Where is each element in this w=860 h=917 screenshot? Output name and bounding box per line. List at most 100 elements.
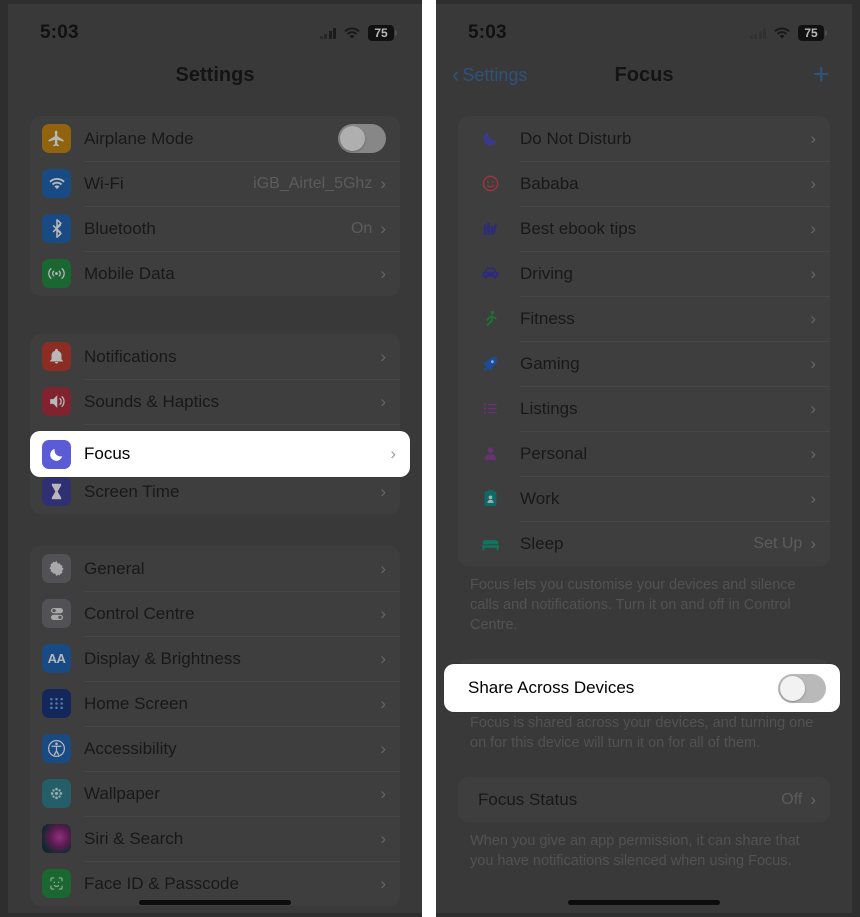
settings-row-home-screen[interactable]: Home Screen › (30, 681, 400, 726)
settings-row-label: General (84, 558, 145, 578)
chevron-right-icon: › (810, 354, 816, 373)
chevron-right-icon: › (380, 694, 386, 713)
face-id-icon (42, 869, 71, 898)
settings-row-siri-search[interactable]: Siri & Search › (30, 816, 400, 861)
mobile-data-icon (42, 259, 71, 288)
focus-row-listings[interactable]: Listings › (458, 386, 830, 431)
settings-row-sounds-haptics[interactable]: Sounds & Haptics › (30, 379, 400, 424)
settings-row-label: Face ID & Passcode (84, 873, 239, 893)
focus-row-label: Sleep (520, 533, 564, 553)
chevron-right-icon: › (810, 174, 816, 193)
chevron-right-icon: › (380, 482, 386, 501)
settings-row-mobile-data[interactable]: Mobile Data › (30, 251, 400, 296)
chevron-right-icon: › (380, 347, 386, 366)
cellular-signal-icon (749, 27, 766, 39)
plus-icon[interactable]: + (812, 60, 830, 90)
focus-row-label: Listings (520, 398, 578, 418)
back-to-settings-button[interactable]: ‹ Settings (452, 64, 527, 86)
focus-row-fitness[interactable]: Fitness › (458, 296, 830, 341)
moon-icon (478, 127, 502, 151)
share-across-devices-highlight[interactable]: Share Across Devices (444, 664, 840, 712)
focus-row-label: Driving (520, 263, 573, 283)
focus-row-work[interactable]: Work › (458, 476, 830, 521)
chevron-right-icon: › (380, 874, 386, 893)
wifi-network-value: iGB_Airtel_5Ghz (253, 174, 373, 192)
chevron-right-icon: › (810, 399, 816, 418)
settings-row-control-centre[interactable]: Control Centre › (30, 591, 400, 636)
airplane-icon (42, 124, 71, 153)
chevron-right-icon: › (380, 739, 386, 758)
chevron-right-icon: › (810, 309, 816, 328)
settings-row-notifications[interactable]: Notifications › (30, 334, 400, 379)
settings-row-airplane-mode[interactable]: Airplane Mode (30, 116, 400, 161)
settings-row-wifi[interactable]: Wi-Fi iGB_Airtel_5Ghz › (30, 161, 400, 206)
focus-row-sleep[interactable]: Sleep Set Up › (458, 521, 830, 566)
person-icon (478, 442, 502, 466)
focus-row-label: Personal (520, 443, 588, 463)
chevron-right-icon: › (380, 649, 386, 668)
focus-row-label: Fitness (520, 308, 575, 328)
focus-status-group: Focus Status Off › (458, 777, 830, 822)
control-centre-icon (42, 599, 71, 628)
settings-row-label: Display & Brightness (84, 648, 241, 668)
chevron-right-icon: › (810, 444, 816, 463)
focus-status-row[interactable]: Focus Status Off › (458, 777, 830, 822)
settings-group-connectivity: Airplane Mode Wi-Fi iGB_Airtel_5Ghz › Bl… (30, 116, 400, 296)
screen-time-icon (42, 477, 71, 506)
status-time: 5:03 (468, 22, 507, 43)
focus-row-gaming[interactable]: Gaming › (458, 341, 830, 386)
chevron-right-icon: › (810, 489, 816, 508)
bluetooth-icon (42, 214, 71, 243)
share-description-note: Focus is shared across your devices, and… (470, 715, 814, 751)
focus-description-note: Focus lets you customise your devices an… (470, 577, 796, 633)
focus-status-note: When you give an app permission, it can … (470, 833, 800, 869)
chevron-right-icon: › (810, 790, 816, 809)
chevron-right-icon: › (380, 559, 386, 578)
chevron-right-icon: › (810, 534, 816, 553)
settings-row-display-brightness[interactable]: AA Display & Brightness › (30, 636, 400, 681)
settings-row-bluetooth[interactable]: Bluetooth On › (30, 206, 400, 251)
share-across-devices-toggle-highlight[interactable] (778, 673, 826, 703)
page-title: Settings (175, 63, 255, 86)
focus-row-bababa[interactable]: Bababa › (458, 161, 830, 206)
settings-row-label: Wi-Fi (84, 173, 124, 193)
settings-nav-bar: Settings (8, 52, 422, 98)
sleep-setup-value: Set Up (753, 534, 803, 552)
settings-row-general[interactable]: General › (30, 546, 400, 591)
wifi-icon (343, 26, 361, 40)
focus-row-highlight[interactable]: Focus › (30, 431, 410, 477)
airplane-mode-toggle[interactable] (338, 124, 386, 153)
car-icon (478, 262, 502, 286)
accessibility-icon (42, 734, 71, 763)
sounds-icon (42, 387, 71, 416)
focus-row-driving[interactable]: Driving › (458, 251, 830, 296)
settings-row-label: Accessibility (84, 738, 177, 758)
focus-row-do-not-disturb[interactable]: Do Not Disturb › (458, 116, 830, 161)
chevron-right-icon: › (380, 604, 386, 623)
wallpaper-icon (42, 779, 71, 808)
bluetooth-state-value: On (350, 219, 373, 237)
home-indicator-left (139, 900, 291, 905)
chevron-left-icon: ‹ (452, 62, 460, 87)
focus-row-personal[interactable]: Personal › (458, 431, 830, 476)
badge-icon (478, 487, 502, 511)
settings-row-label: Home Screen (84, 693, 188, 713)
right-phone-frame: 5:03 75 ‹ Settings Focus + Do Not Distur… (436, 0, 860, 917)
wifi-icon (773, 26, 791, 40)
focus-screen: 5:03 75 ‹ Settings Focus + Do Not Distur… (436, 4, 852, 913)
settings-row-wallpaper[interactable]: Wallpaper › (30, 771, 400, 816)
focus-row-label: Work (520, 488, 560, 508)
focus-row-best-ebook-tips[interactable]: Best ebook tips › (458, 206, 830, 251)
gear-icon (42, 554, 71, 583)
settings-row-label: Airplane Mode (84, 128, 194, 148)
settings-row-label: Siri & Search (84, 828, 184, 848)
status-bar-right: 5:03 75 (436, 4, 852, 52)
settings-row-accessibility[interactable]: Accessibility › (30, 726, 400, 771)
chevron-right-icon: › (380, 829, 386, 848)
cellular-signal-icon (319, 27, 336, 39)
settings-row-label: Bluetooth (84, 218, 156, 238)
focus-list-group: Do Not Disturb › Bababa › Best ebook tip… (458, 116, 830, 566)
settings-row-label: Mobile Data (84, 263, 175, 283)
chevron-right-icon: › (380, 264, 386, 283)
battery-indicator: 75 (368, 25, 394, 41)
